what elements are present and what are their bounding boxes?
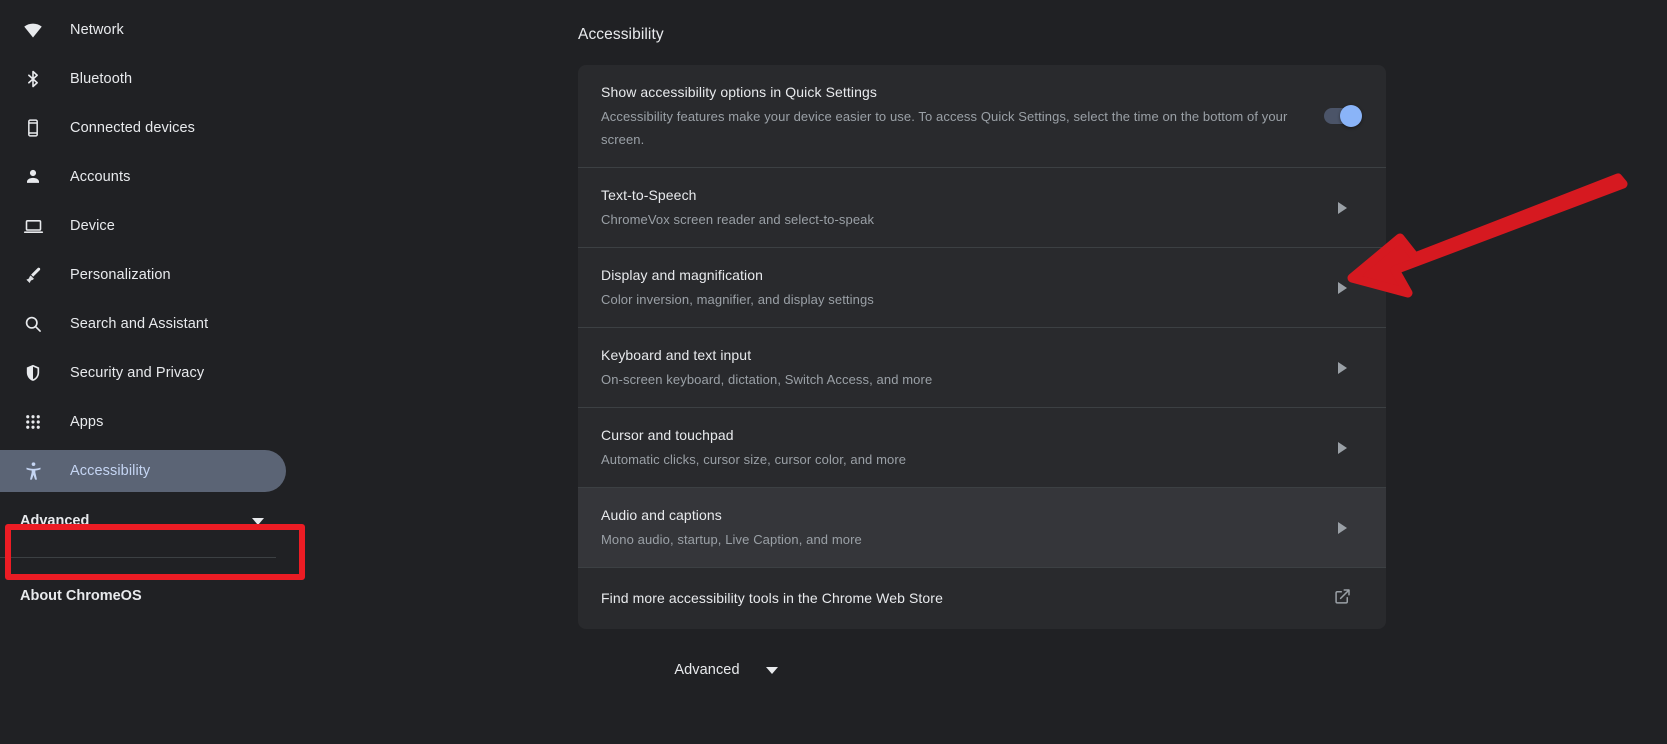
sidebar-advanced-expander[interactable]: Advanced — [0, 499, 286, 543]
row-title: Find more accessibility tools in the Chr… — [601, 590, 943, 606]
row-subtitle: On-screen keyboard, dictation, Switch Ac… — [601, 372, 933, 387]
external-link-icon — [1333, 587, 1352, 611]
row-action — [1320, 94, 1364, 138]
sidebar-item-about-chromeos[interactable]: About ChromeOS — [0, 574, 300, 618]
row-texts: Find more accessibility tools in the Chr… — [601, 571, 1308, 626]
row-show-accessibility-options[interactable]: Show accessibility options in Quick Sett… — [578, 65, 1386, 167]
row-subtitle: Mono audio, startup, Live Caption, and m… — [601, 532, 862, 547]
sidebar-item-label: Personalization — [70, 267, 171, 283]
sidebar-item-accounts[interactable]: Accounts — [0, 156, 286, 198]
row-action[interactable] — [1320, 506, 1364, 550]
row-display-and-magnification[interactable]: Display and magnification Color inversio… — [578, 247, 1386, 327]
row-title: Keyboard and text input — [601, 347, 752, 363]
person-icon — [20, 167, 46, 187]
sidebar-item-network[interactable]: Network — [0, 9, 286, 51]
sidebar-item-security-privacy[interactable]: Security and Privacy — [0, 352, 286, 394]
row-keyboard-and-text-input[interactable]: Keyboard and text input On-screen keyboa… — [578, 327, 1386, 407]
row-action[interactable] — [1320, 266, 1364, 310]
chevron-down-icon — [765, 666, 778, 674]
row-texts: Text-to-Speech ChromeVox screen reader a… — [601, 168, 1308, 247]
sidebar-item-apps[interactable]: Apps — [0, 401, 286, 443]
row-texts: Keyboard and text input On-screen keyboa… — [601, 328, 1308, 407]
sidebar-item-label: Connected devices — [70, 120, 196, 136]
row-subtitle: Accessibility features make your device … — [601, 109, 1288, 147]
toggle-knob — [1340, 105, 1362, 127]
sidebar-item-connected-devices[interactable]: Connected devices — [0, 107, 286, 149]
settings-window: Network Bluetooth Connected devices Acco… — [0, 0, 1667, 744]
row-title: Text-to-Speech — [601, 187, 697, 203]
row-texts: Display and magnification Color inversio… — [601, 248, 1308, 327]
row-title: Display and magnification — [601, 267, 764, 283]
sidebar-item-bluetooth[interactable]: Bluetooth — [0, 58, 286, 100]
search-icon — [20, 314, 46, 334]
sidebar-item-search-assistant[interactable]: Search and Assistant — [0, 303, 286, 345]
chevron-right-icon — [1337, 361, 1347, 374]
sidebar-item-device[interactable]: Device — [0, 205, 286, 247]
sidebar-item-accessibility[interactable]: Accessibility — [0, 450, 286, 492]
accessibility-icon — [20, 461, 46, 482]
accessibility-settings-card: Show accessibility options in Quick Sett… — [578, 65, 1386, 629]
row-action[interactable] — [1320, 346, 1364, 390]
row-title: Audio and captions — [601, 507, 722, 523]
chevron-down-icon — [252, 517, 264, 525]
sidebar-item-label: Bluetooth — [70, 71, 133, 87]
sidebar-item-label: Accounts — [70, 169, 131, 185]
quick-settings-toggle[interactable] — [1324, 105, 1362, 127]
paintbrush-icon — [20, 265, 46, 285]
row-text-to-speech[interactable]: Text-to-Speech ChromeVox screen reader a… — [578, 167, 1386, 247]
chevron-right-icon — [1337, 281, 1347, 294]
sidebar-item-label: Device — [70, 218, 115, 234]
bottom-advanced-expander[interactable]: Advanced — [322, 662, 1130, 678]
row-action[interactable] — [1320, 577, 1364, 621]
sidebar-item-label: Apps — [70, 414, 104, 430]
phone-icon — [20, 118, 46, 138]
sidebar-item-label: Accessibility — [70, 463, 151, 479]
row-texts: Show accessibility options in Quick Sett… — [601, 65, 1308, 167]
chevron-right-icon — [1337, 201, 1347, 214]
sidebar: Network Bluetooth Connected devices Acco… — [0, 0, 300, 744]
main-content: Accessibility Show accessibility options… — [300, 0, 1667, 744]
row-subtitle: ChromeVox screen reader and select-to-sp… — [601, 212, 875, 227]
sidebar-divider — [0, 557, 276, 558]
sidebar-item-label: Search and Assistant — [70, 316, 209, 332]
row-action[interactable] — [1320, 186, 1364, 230]
row-action[interactable] — [1320, 426, 1364, 470]
bottom-advanced-label: Advanced — [674, 662, 740, 678]
row-texts: Cursor and touchpad Automatic clicks, cu… — [601, 408, 1308, 487]
sidebar-item-personalization[interactable]: Personalization — [0, 254, 286, 296]
grid-apps-icon — [20, 413, 46, 431]
shield-icon — [20, 363, 46, 383]
sidebar-advanced-label: Advanced — [20, 513, 90, 529]
sidebar-item-label: Network — [70, 22, 124, 38]
wifi-icon — [20, 20, 46, 40]
row-audio-and-captions[interactable]: Audio and captions Mono audio, startup, … — [578, 487, 1386, 567]
page-title: Accessibility — [578, 26, 664, 43]
sidebar-item-label: Security and Privacy — [70, 365, 205, 381]
row-subtitle: Automatic clicks, cursor size, cursor co… — [601, 452, 907, 467]
bluetooth-icon — [20, 69, 46, 89]
sidebar-about-label: About ChromeOS — [20, 588, 142, 604]
chevron-right-icon — [1337, 521, 1347, 534]
row-title: Show accessibility options in Quick Sett… — [601, 84, 877, 100]
laptop-icon — [20, 216, 46, 237]
row-subtitle: Color inversion, magnifier, and display … — [601, 292, 874, 307]
row-cursor-and-touchpad[interactable]: Cursor and touchpad Automatic clicks, cu… — [578, 407, 1386, 487]
row-find-more-tools[interactable]: Find more accessibility tools in the Chr… — [578, 567, 1386, 629]
chevron-right-icon — [1337, 441, 1347, 454]
row-title: Cursor and touchpad — [601, 427, 734, 443]
row-texts: Audio and captions Mono audio, startup, … — [601, 488, 1308, 567]
